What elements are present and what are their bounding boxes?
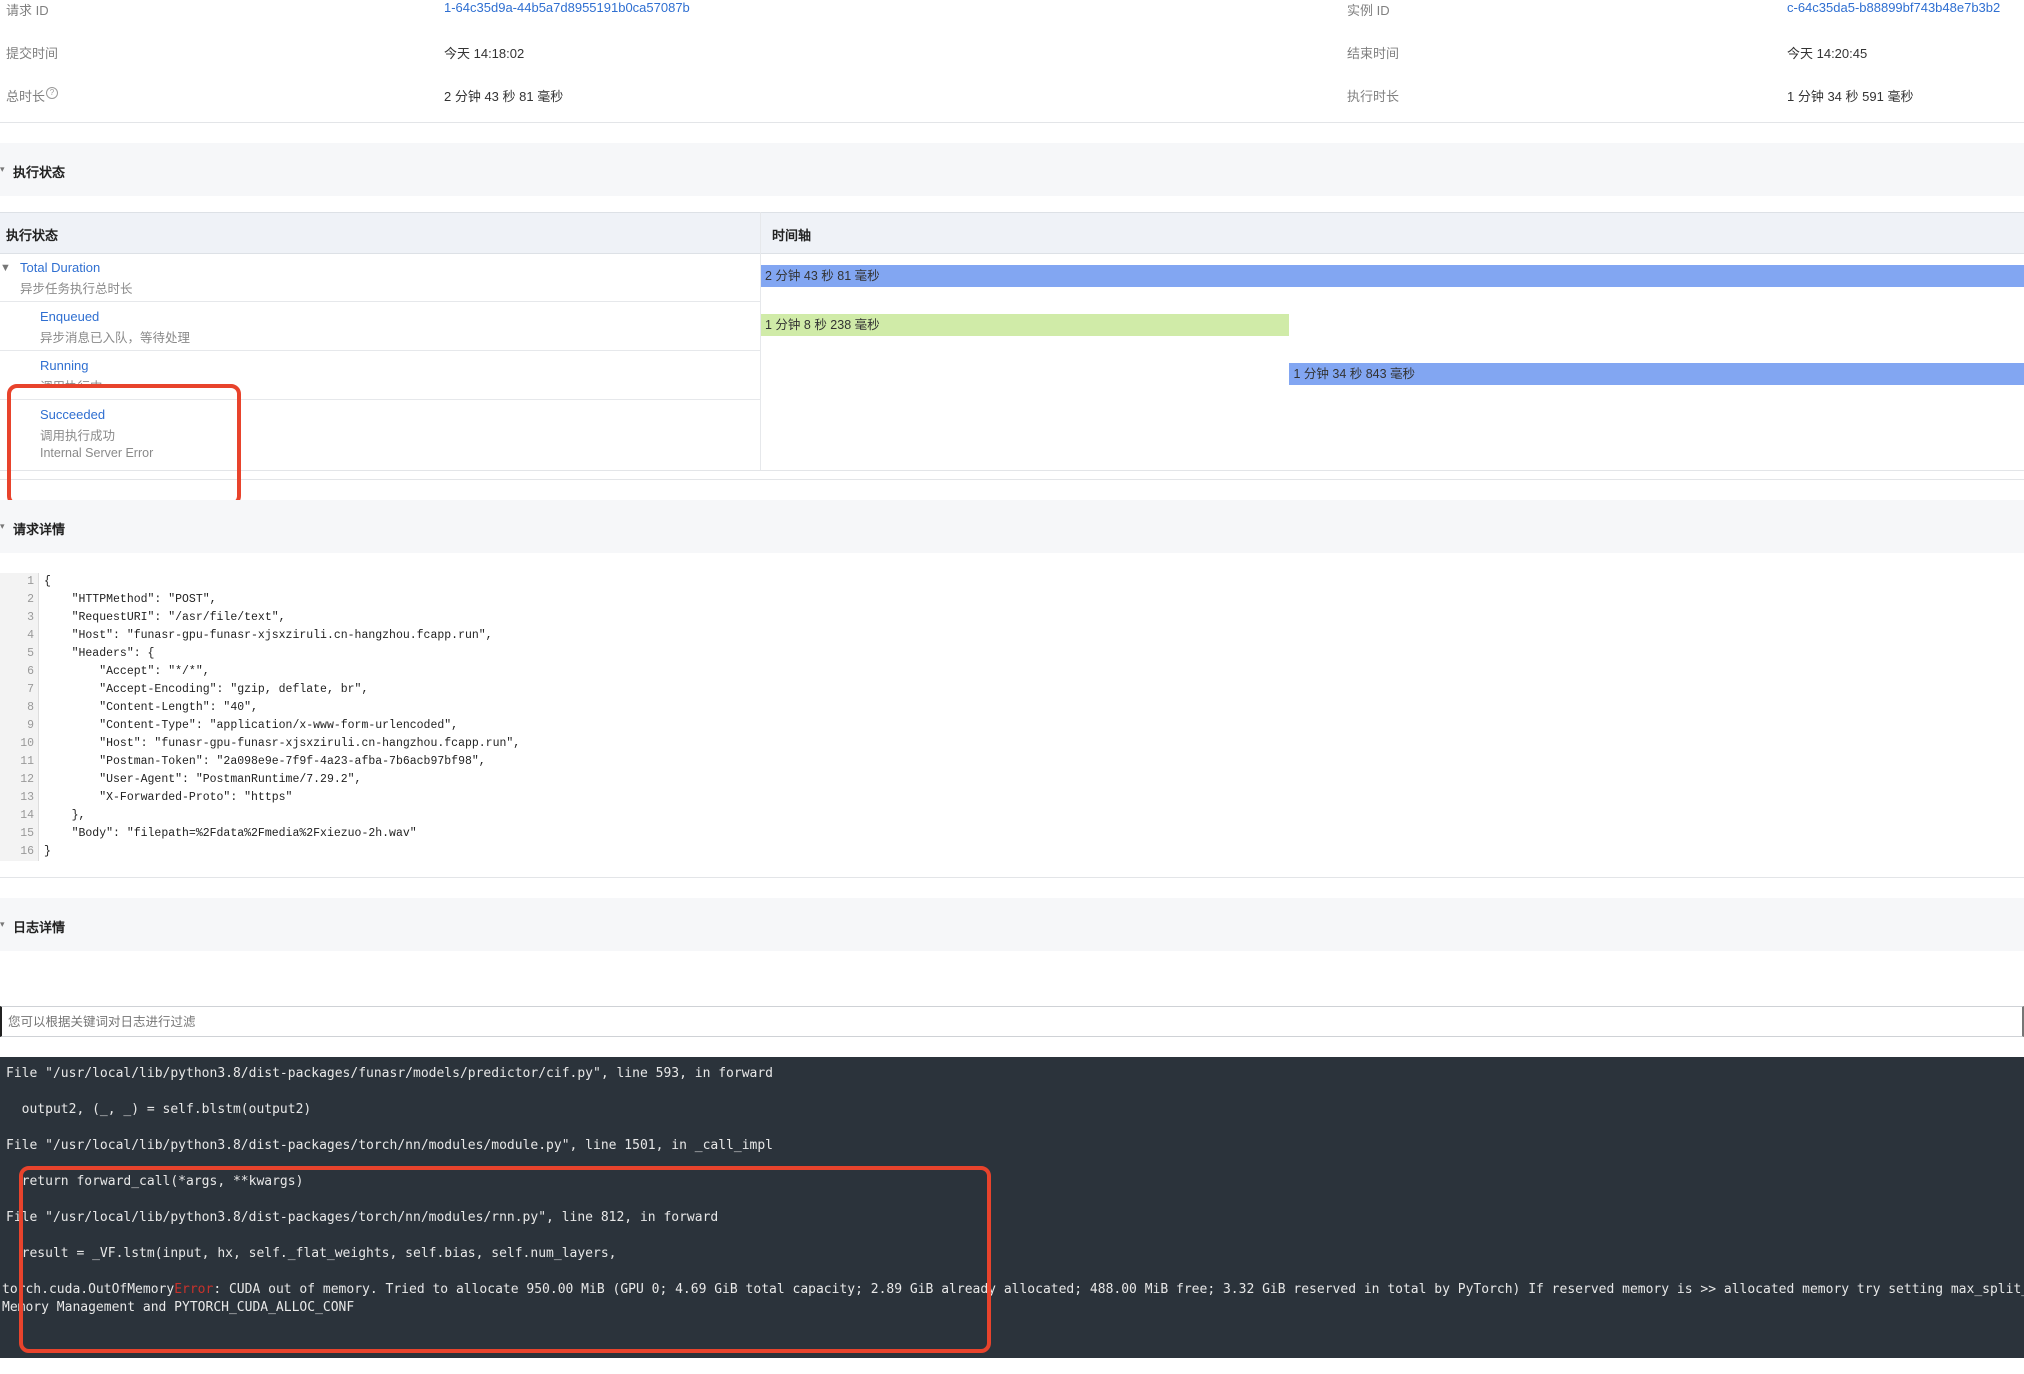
section-logs-header[interactable]: ▾ 日志详情 <box>0 898 2024 951</box>
caret-down-icon[interactable]: ▼ <box>0 262 11 274</box>
line-number: 11 <box>20 755 34 768</box>
timeline-bar: 1 分钟 34 秒 843 毫秒 <box>1289 363 2024 385</box>
line-number: 1 <box>27 575 34 588</box>
request-id-label: 请求 ID <box>6 3 49 18</box>
line-number: 7 <box>27 683 34 696</box>
request-id-link[interactable]: 1-64c35d9a-44b5a7d8955191b0ca57087b <box>444 0 690 15</box>
log-line: File "/usr/local/lib/python3.8/dist-pack… <box>6 1138 774 1153</box>
log-filter-input[interactable] <box>0 1006 2024 1037</box>
log-error-line: torch.cuda.OutOfMemoryError: CUDA out of… <box>2 1281 2024 1299</box>
log-line: result = _VF.lstm(input, hx, self._flat_… <box>6 1246 617 1261</box>
line-number: 8 <box>27 701 34 714</box>
code-text: "HTTPMethod": "POST", <box>44 593 217 606</box>
row-divider <box>0 399 760 400</box>
code-text: "Postman-Token": "2a098e9e-7f9f-4a23-afb… <box>44 755 486 768</box>
divider <box>0 470 2024 471</box>
log-line: output2, (_, _) = self.blstm(output2) <box>6 1102 312 1117</box>
step-name: Running <box>40 358 89 373</box>
step-desc: 调用执行成功 <box>40 429 116 443</box>
log-line: File "/usr/local/lib/python3.8/dist-pack… <box>6 1066 774 1081</box>
section-request-header[interactable]: ▾ 请求详情 <box>0 500 2024 553</box>
submit-time-value: 今天 14:18:02 <box>444 46 525 61</box>
section-logs-title: 日志详情 <box>13 920 66 935</box>
highlight-box-status <box>7 384 241 506</box>
end-time-label: 结束时间 <box>1347 46 1400 61</box>
code-text: "Accept": "*/*", <box>44 665 210 678</box>
code-text: "Content-Length": "40", <box>44 701 258 714</box>
exec-duration-value: 1 分钟 34 秒 591 毫秒 <box>1787 89 1914 104</box>
line-number: 12 <box>20 773 34 786</box>
section-status-title: 执行状态 <box>13 165 66 180</box>
step-error-text: Internal Server Error <box>40 446 154 460</box>
line-number: 14 <box>20 809 34 822</box>
divider <box>0 122 2024 123</box>
line-number: 4 <box>27 629 34 642</box>
line-number: 9 <box>27 719 34 732</box>
instance-id-label: 实例 ID <box>1347 3 1390 18</box>
chevron-down-icon[interactable]: ▾ <box>0 164 5 175</box>
log-error-keyword: Error <box>174 1282 214 1297</box>
line-number: 13 <box>20 791 34 804</box>
log-line: return forward_call(*args, **kwargs) <box>6 1174 304 1189</box>
code-text: "Body": "filepath=%2Fdata%2Fmedia%2Fxiez… <box>44 827 417 840</box>
code-text: "Host": "funasr-gpu-funasr-xjsxziruli.cn… <box>44 737 521 750</box>
section-request-title: 请求详情 <box>13 522 66 537</box>
line-number: 16 <box>20 845 34 858</box>
end-time-value: 今天 14:20:45 <box>1787 46 1868 61</box>
line-number: 2 <box>27 593 34 606</box>
code-text: "User-Agent": "PostmanRuntime/7.29.2", <box>44 773 362 786</box>
step-desc: 异步任务执行总时长 <box>20 282 133 296</box>
code-text: "Content-Type": "application/x-www-form-… <box>44 719 459 732</box>
col-header-timeline: 时间轴 <box>772 228 812 243</box>
code-text: "X-Forwarded-Proto": "https" <box>44 791 293 804</box>
line-number: 3 <box>27 611 34 624</box>
line-number: 10 <box>20 737 34 750</box>
instance-id-link[interactable]: c-64c35da5-b88899bf743b48e7b3b2 <box>1787 0 2000 15</box>
log-error-continuation: Memory Management and PYTORCH_CUDA_ALLOC… <box>2 1300 355 1315</box>
log-output[interactable]: File "/usr/local/lib/python3.8/dist-pack… <box>0 1057 2024 1358</box>
line-number: 5 <box>27 647 34 660</box>
section-status-header[interactable]: ▾ 执行状态 <box>0 143 2024 196</box>
chevron-down-icon[interactable]: ▾ <box>0 919 5 930</box>
code-text: { <box>44 575 51 588</box>
chevron-down-icon[interactable]: ▾ <box>0 521 5 532</box>
step-desc: 异步消息已入队，等待处理 <box>40 331 191 345</box>
log-error-prefix: torch.cuda.OutOfMemory <box>2 1282 175 1297</box>
status-table-header <box>0 212 2024 254</box>
column-divider <box>760 212 761 470</box>
question-circle-icon[interactable]: ? <box>46 87 58 99</box>
divider <box>0 479 2024 480</box>
code-text: } <box>44 845 51 858</box>
timeline-bar: 1 分钟 8 秒 238 毫秒 <box>761 314 1290 336</box>
code-text: "RequestURI": "/asr/file/text", <box>44 611 286 624</box>
col-header-status: 执行状态 <box>6 228 59 243</box>
code-text: "Headers": { <box>44 647 155 660</box>
log-error-message: : CUDA out of memory. Tried to allocate … <box>213 1282 2024 1297</box>
timeline-bar: 2 分钟 43 秒 81 毫秒 <box>761 265 2024 287</box>
code-text: }, <box>44 809 86 822</box>
step-desc: 调用执行中 <box>40 376 103 386</box>
exec-duration-label: 执行时长 <box>1347 89 1400 104</box>
total-duration-label: 总时长 <box>6 89 46 104</box>
step-name: Succeeded <box>40 407 106 422</box>
code-text: "Accept-Encoding": "gzip, deflate, br", <box>44 683 369 696</box>
total-duration-value: 2 分钟 43 秒 81 毫秒 <box>444 89 564 104</box>
row-divider <box>0 350 760 351</box>
line-number: 15 <box>20 827 34 840</box>
code-text: "Host": "funasr-gpu-funasr-xjsxziruli.cn… <box>44 629 493 642</box>
divider <box>0 877 2024 878</box>
log-line: File "/usr/local/lib/python3.8/dist-pack… <box>6 1210 719 1225</box>
row-divider <box>0 301 760 302</box>
step-name: Enqueued <box>40 309 100 324</box>
submit-time-label: 提交时间 <box>6 46 59 61</box>
line-number: 6 <box>27 665 34 678</box>
step-name[interactable]: Total Duration <box>20 260 100 275</box>
